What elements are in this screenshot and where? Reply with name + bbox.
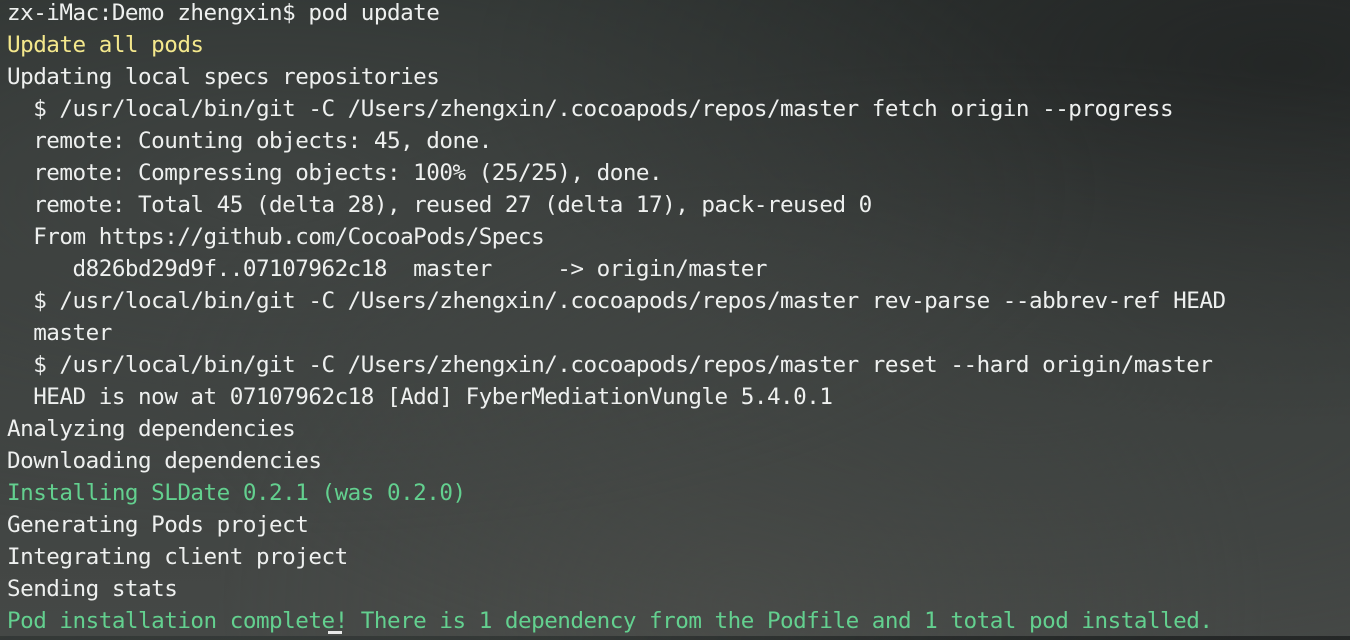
output-line: Updating local specs repositories: [7, 64, 440, 90]
git-command-line: $ /usr/local/bin/git -C /Users/zhengxin/…: [7, 96, 1174, 122]
output-line: Integrating client project: [7, 544, 348, 570]
prompt-line: zx-iMac:Demo zhengxin$ pod update: [7, 0, 440, 26]
output-line: remote: Compressing objects: 100% (25/25…: [7, 160, 663, 186]
output-line: master: [7, 320, 112, 346]
output-line: remote: Total 45 (delta 28), reused 27 (…: [7, 192, 872, 218]
output-line: remote: Counting objects: 45, done.: [7, 128, 492, 154]
output-line: From https://github.com/CocoaPods/Specs: [7, 224, 545, 250]
output-line: Sending stats: [7, 576, 178, 602]
output-line: Generating Pods project: [7, 512, 309, 538]
output-line: Analyzing dependencies: [7, 416, 296, 442]
output-line: d826bd29d9f..07107962c18 master -> origi…: [7, 256, 768, 282]
output-line-installing: Installing SLDate 0.2.1 (was 0.2.0): [7, 480, 466, 506]
terminal-output[interactable]: zx-iMac:Demo zhengxin$ pod update Update…: [0, 0, 1350, 636]
git-command-line: $ /usr/local/bin/git -C /Users/zhengxin/…: [7, 288, 1226, 314]
output-line: HEAD is now at 07107962c18 [Add] FyberMe…: [7, 384, 833, 410]
output-line-update-all-pods: Update all pods: [7, 32, 204, 58]
git-command-line: $ /usr/local/bin/git -C /Users/zhengxin/…: [7, 352, 1213, 378]
output-line: Downloading dependencies: [7, 448, 322, 474]
text-cursor: [328, 631, 342, 634]
output-line-complete: Pod installation complete! There is 1 de…: [7, 608, 1213, 634]
